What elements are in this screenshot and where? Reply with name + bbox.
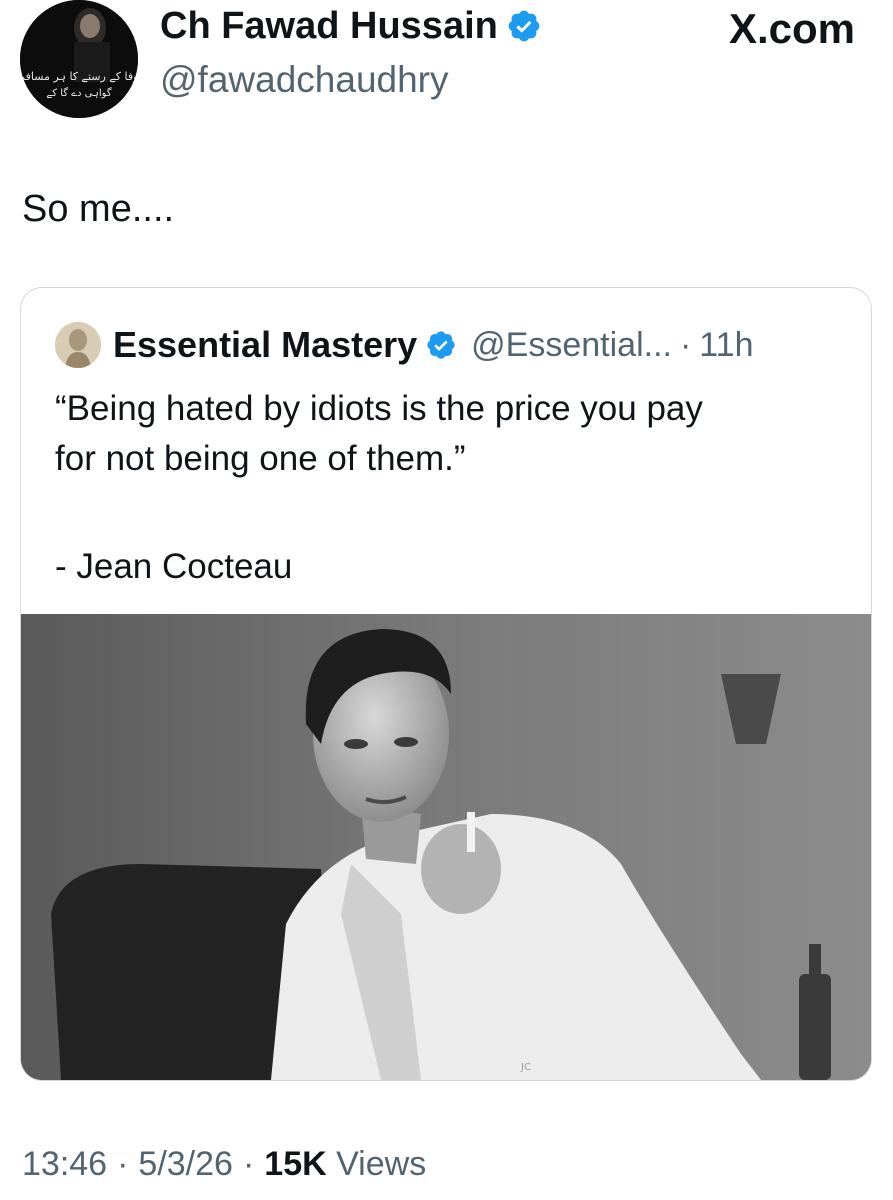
separator-dot: · (679, 326, 692, 364)
views-count: 15K (264, 1145, 327, 1183)
tweet-text: So me.... (22, 188, 175, 230)
tweet-time[interactable]: 13:46 (22, 1142, 107, 1186)
author-name-row[interactable]: Ch Fawad Hussain (160, 2, 542, 50)
quoted-tweet-image[interactable]: JC (21, 614, 871, 1080)
tweet-date[interactable]: 5/3/26 (138, 1142, 233, 1186)
tweet-meta: 13:46 · 5/3/26 · 15K Views (22, 1142, 426, 1186)
author-name[interactable]: Ch Fawad Hussain (160, 2, 498, 50)
verified-badge-icon (427, 331, 455, 359)
meta-separator: · (117, 1145, 129, 1183)
meta-separator: · (242, 1145, 255, 1183)
views-label: Views (336, 1145, 427, 1183)
quoted-tweet-header: Essential Mastery @Essential... · 11h (55, 322, 754, 368)
author-avatar[interactable]: وفا کے رستے کا ہر مسافر گواہی دے گا کے (20, 0, 138, 118)
quoted-author-name[interactable]: Essential Mastery (113, 323, 417, 367)
quote-attribution: - Jean Cocteau (55, 547, 293, 586)
bust-icon (55, 322, 101, 368)
quoted-author-avatar[interactable] (55, 322, 101, 368)
verified-badge-icon (508, 10, 540, 42)
quoted-tweet-text: “Being hated by idiots is the price you … (55, 384, 835, 484)
avatar-caption-line1: وفا کے رستے کا ہر مسافر (20, 70, 138, 83)
quoted-tweet-card[interactable]: Essential Mastery @Essential... · 11h “B… (20, 287, 872, 1081)
avatar-image: وفا کے رستے کا ہر مسافر گواہی دے گا کے (20, 0, 138, 118)
views-group[interactable]: 15K Views (264, 1142, 426, 1186)
quoted-tweet-time[interactable]: 11h (699, 323, 753, 367)
xcom-logo: X.com (728, 5, 855, 52)
quote-line-1: “Being hated by idiots is the price you … (55, 389, 703, 428)
quoted-author-handle[interactable]: @Essential... (471, 323, 672, 367)
author-handle[interactable]: @fawadchaudhry (160, 58, 449, 102)
avatar-caption-line2: گواہی دے گا کے (46, 87, 111, 99)
image-signature: JC (520, 1062, 531, 1073)
portrait-photo: JC (21, 614, 871, 1080)
quote-line-2: for not being one of them.” (55, 439, 466, 478)
